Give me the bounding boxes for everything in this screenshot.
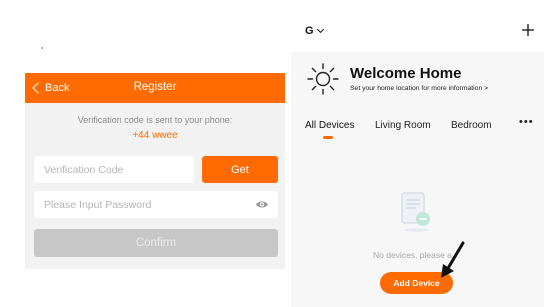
verification-code-field[interactable]: Verification Code [34, 156, 194, 183]
home-name: G [305, 25, 314, 37]
tab-bedroom[interactable]: Bedroom [451, 120, 492, 131]
password-placeholder: Please Input Password [44, 198, 152, 211]
stray-dot [41, 47, 43, 49]
plus-icon[interactable] [520, 22, 536, 38]
set-location-link[interactable]: Set your home location for more informat… [350, 85, 488, 92]
verification-message: Verification code is sent to your phone: [77, 115, 233, 125]
home-selector[interactable]: G [305, 25, 324, 37]
confirm-button[interactable]: Confirm [34, 229, 278, 257]
tab-all-devices[interactable]: All Devices [305, 120, 354, 131]
document-icon [401, 192, 430, 232]
verification-code-placeholder: Verification Code [44, 163, 124, 176]
register-screen: Back Register Verification code is sent … [25, 73, 285, 269]
password-field[interactable]: Please Input Password [34, 191, 278, 218]
tab-living-room[interactable]: Living Room [375, 120, 431, 131]
more-tabs-button[interactable]: ••• [519, 116, 534, 128]
phone-number: +44 wwee [132, 130, 178, 141]
sun-icon [307, 63, 339, 95]
home-content: Welcome Home Set your home location for … [291, 52, 544, 307]
active-tab-indicator [323, 136, 333, 139]
welcome-title: Welcome Home [350, 65, 462, 82]
get-code-button[interactable]: Get [202, 156, 278, 183]
register-header: Back Register [25, 73, 285, 103]
home-screen: G Welcome Home Set your home location fo… [291, 0, 544, 307]
page-title: Register [133, 81, 177, 93]
arrow-icon [441, 241, 465, 278]
eye-icon[interactable] [255, 199, 269, 210]
chevron-down-icon [316, 25, 324, 34]
